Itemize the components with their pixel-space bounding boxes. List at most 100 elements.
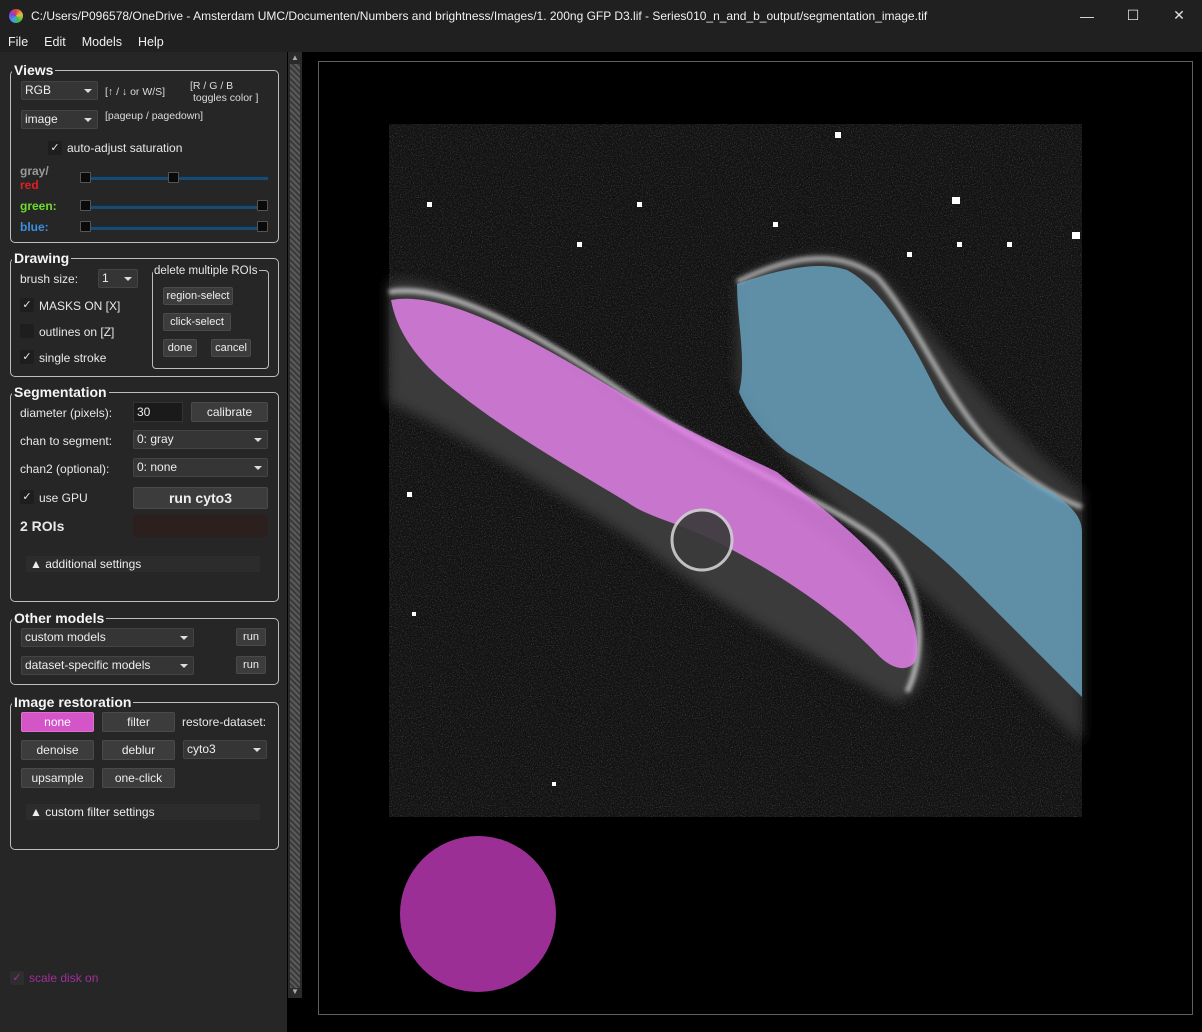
calibrate-button[interactable]: calibrate: [191, 402, 268, 422]
menu-file[interactable]: File: [6, 35, 30, 49]
view-mode-select[interactable]: image: [21, 110, 98, 129]
custom-filter-toggle[interactable]: ▲ custom filter settings: [26, 804, 260, 820]
views-group: Views RGB [↑ / ↓ or W/S] [R / G / B togg…: [10, 62, 279, 243]
microscopy-canvas[interactable]: [307, 52, 1202, 1022]
chan-label: chan to segment:: [20, 434, 113, 448]
custom-models-value: custom models: [25, 630, 106, 644]
scale-disk-label: scale disk on: [29, 971, 99, 985]
run-cyto3-button[interactable]: run cyto3: [133, 487, 268, 509]
scale-disk: [400, 836, 556, 992]
scroll-up-icon[interactable]: ▲: [288, 52, 302, 64]
chan-select[interactable]: 0: gray: [133, 430, 268, 449]
run-custom-button[interactable]: run: [236, 628, 266, 646]
chevron-down-icon: [254, 438, 262, 442]
custom-models-select[interactable]: custom models: [21, 628, 194, 647]
minimize-button[interactable]: —: [1064, 0, 1110, 31]
window-title: C:/Users/P096578/OneDrive - Amsterdam UM…: [31, 8, 928, 23]
restore-dataset-select[interactable]: cyto3: [183, 740, 267, 759]
diameter-label: diameter (pixels):: [20, 406, 113, 420]
menu-models[interactable]: Models: [80, 35, 124, 49]
chan2-select[interactable]: 0: none: [133, 458, 268, 477]
app-icon: [9, 8, 23, 23]
close-button[interactable]: ✕: [1156, 0, 1202, 31]
title-bar: C:/Users/P096578/OneDrive - Amsterdam UM…: [0, 0, 1202, 31]
run-dataset-button[interactable]: run: [236, 656, 266, 674]
restoration-title: Image restoration: [12, 694, 134, 710]
dataset-models-select[interactable]: dataset-specific models: [21, 656, 194, 675]
gpu-checkbox[interactable]: ✓: [20, 490, 34, 504]
brush-size-label: brush size:: [20, 272, 79, 286]
other-models-group: Other models custom models run dataset-s…: [10, 610, 279, 685]
panel-scrollbar[interactable]: ▲ ▼: [288, 52, 302, 998]
bright-nucleus: [670, 508, 734, 572]
cancel-button[interactable]: cancel: [211, 339, 251, 357]
drawing-group: Drawing brush size: 1 ✓ MASKS ON [X] out…: [10, 250, 279, 377]
menu-bar: File Edit Models Help: [0, 31, 1202, 52]
scroll-thumb[interactable]: [290, 64, 300, 988]
chevron-down-icon: [180, 636, 188, 640]
views-title: Views: [12, 62, 56, 78]
maximize-button[interactable]: ☐: [1110, 0, 1156, 31]
toggle-hint-line1: [R / G / B: [190, 80, 234, 92]
single-stroke-label: single stroke: [39, 351, 107, 365]
masks-checkbox[interactable]: ✓: [20, 298, 34, 312]
region-select-button[interactable]: region-select: [163, 287, 233, 305]
denoise-button[interactable]: denoise: [21, 740, 94, 760]
brush-size-select[interactable]: 1: [98, 269, 138, 288]
one-click-button[interactable]: one-click: [102, 768, 175, 788]
auto-adjust-label: auto-adjust saturation: [67, 141, 183, 155]
control-panel: Views RGB [↑ / ↓ or W/S] [R / G / B togg…: [0, 52, 287, 1032]
auto-adjust-checkbox[interactable]: ✓: [48, 141, 62, 155]
blue-slider-low-handle[interactable]: [80, 221, 91, 232]
single-stroke-checkbox[interactable]: ✓: [20, 350, 34, 364]
toggle-hint-line2: toggles color ]: [193, 92, 259, 104]
additional-settings-toggle[interactable]: ▲ additional settings: [26, 556, 260, 572]
page-hint: [pageup / pagedown]: [105, 110, 204, 122]
chevron-down-icon: [84, 118, 92, 122]
chan2-label: chan2 (optional):: [20, 462, 110, 476]
delete-rois-title: delete multiple ROIs: [153, 265, 259, 277]
chevron-down-icon: [253, 748, 261, 752]
outlines-label: outlines on [Z]: [39, 325, 115, 339]
chevron-down-icon: [254, 466, 262, 470]
chevron-down-icon: [180, 664, 188, 668]
restore-dataset-label: restore-dataset:: [182, 715, 267, 729]
window-controls: — ☐ ✕: [1064, 0, 1202, 31]
view-mode-value: image: [25, 112, 58, 126]
outlines-checkbox[interactable]: [20, 324, 34, 338]
red-label: red: [20, 178, 39, 192]
upsample-button[interactable]: upsample: [21, 768, 94, 788]
segmentation-group: Segmentation diameter (pixels): 30 calib…: [10, 384, 279, 602]
scale-disk-checkbox[interactable]: ✓: [10, 971, 24, 985]
color-mode-select[interactable]: RGB: [21, 81, 98, 100]
blue-slider-high-handle[interactable]: [257, 221, 268, 232]
green-slider-low-handle[interactable]: [80, 200, 91, 211]
menu-help[interactable]: Help: [136, 35, 166, 49]
blue-slider-track[interactable]: [85, 226, 268, 230]
dataset-models-value: dataset-specific models: [25, 658, 151, 672]
blue-label: blue:: [20, 220, 49, 234]
delete-rois-box: delete multiple ROIs region-select click…: [152, 265, 269, 369]
deblur-button[interactable]: deblur: [102, 740, 175, 760]
none-button[interactable]: none: [21, 712, 94, 732]
gray-label: gray/: [20, 164, 49, 178]
scroll-down-icon[interactable]: ▼: [288, 986, 302, 998]
menu-edit[interactable]: Edit: [42, 35, 68, 49]
segmentation-title: Segmentation: [12, 384, 109, 400]
restore-dataset-value: cyto3: [187, 742, 216, 756]
gray-slider-high-handle[interactable]: [168, 172, 179, 183]
keys-hint: [↑ / ↓ or W/S]: [105, 86, 166, 98]
diameter-input[interactable]: 30: [133, 402, 183, 422]
color-mode-value: RGB: [25, 83, 52, 97]
image-viewer[interactable]: [307, 52, 1202, 1022]
green-slider-high-handle[interactable]: [257, 200, 268, 211]
gpu-label: use GPU: [39, 491, 88, 505]
click-select-button[interactable]: click-select: [163, 313, 231, 331]
gray-slider-low-handle[interactable]: [80, 172, 91, 183]
progress-bar: [133, 515, 268, 537]
chevron-down-icon: [124, 277, 132, 281]
chan2-value: 0: none: [137, 460, 178, 474]
green-slider-track[interactable]: [85, 205, 268, 209]
done-button[interactable]: done: [163, 339, 197, 357]
filter-button[interactable]: filter: [102, 712, 175, 732]
